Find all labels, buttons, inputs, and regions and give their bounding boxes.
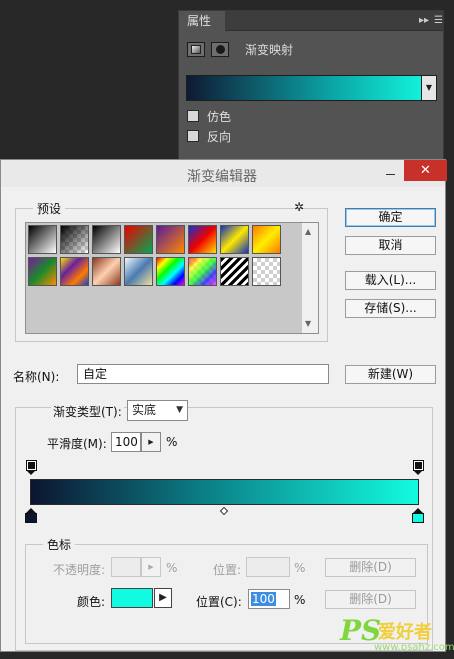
stop-color-swatch[interactable] <box>111 588 153 608</box>
gradient-bar[interactable] <box>30 479 419 505</box>
minimize-icon[interactable] <box>383 164 399 180</box>
delete-color-stop-button[interactable]: 删除(D) <box>325 590 416 609</box>
name-input[interactable]: 自定 <box>77 364 329 384</box>
preset-swatch-foreground-to-transparent[interactable] <box>60 225 89 254</box>
color-location-value: 100 <box>251 592 276 606</box>
delete-opacity-stop-button[interactable]: 删除(D) <box>325 558 416 577</box>
save-button[interactable]: 存储(S)... <box>345 299 436 318</box>
color-stop-right[interactable] <box>412 508 425 524</box>
smoothness-input[interactable]: 100 <box>111 432 141 452</box>
presets-grid: ▲ ▼ <box>25 222 319 334</box>
preset-swatch-red-green[interactable] <box>124 225 153 254</box>
dialog-title: 渐变编辑器 <box>187 169 257 185</box>
gradient-type-select[interactable]: 实底 ▼ <box>127 400 188 421</box>
gradient-type-label: 渐变类型(T): <box>51 403 124 420</box>
scroll-down-icon[interactable]: ▼ <box>305 319 311 328</box>
color-menu-arrow-icon[interactable]: ▶ <box>154 588 172 608</box>
reverse-label: 反向 <box>207 129 232 144</box>
preset-swatch-copper[interactable] <box>92 257 121 286</box>
layer-mask-icon[interactable] <box>211 41 229 57</box>
preset-swatch-chrome[interactable] <box>124 257 153 286</box>
properties-title: 渐变映射 <box>245 42 294 57</box>
opacity-percent: % <box>166 561 178 575</box>
opacity-label: 不透明度: <box>53 563 106 577</box>
color-location-input[interactable]: 100 <box>248 589 290 609</box>
dither-checkbox[interactable] <box>187 110 199 122</box>
opacity-stepper-icon[interactable]: ▶ <box>141 557 161 577</box>
watermark-text: 爱好者 <box>378 622 432 643</box>
opacity-stop-left[interactable] <box>26 460 37 475</box>
color-stop-left[interactable] <box>25 508 38 524</box>
properties-tabbar: 属性 ▸▸ ☰ <box>179 11 443 31</box>
smoothness-label: 平滑度(M): <box>47 437 107 451</box>
opacity-input[interactable] <box>111 557 141 577</box>
adjustment-layer-icon[interactable] <box>187 41 205 57</box>
preset-swatch-foreground-to-background[interactable] <box>28 225 57 254</box>
reverse-checkbox[interactable] <box>187 130 199 142</box>
watermark-logo: PS 爱好者 www.psahz.com <box>340 614 454 656</box>
presets-label: 预设 <box>33 200 66 217</box>
opacity-location-percent: % <box>294 561 306 575</box>
preset-swatch-transparent-rainbow[interactable] <box>188 257 217 286</box>
presets-scrollbar[interactable]: ▲ ▼ <box>301 223 318 333</box>
preset-swatch-transparent[interactable] <box>252 257 281 286</box>
gradient-map-preview[interactable] <box>186 75 436 101</box>
preset-swatch-spectrum[interactable] <box>156 257 185 286</box>
chevron-down-icon: ▼ <box>176 405 183 415</box>
preset-swatch-blue-yellow-blue[interactable] <box>220 225 249 254</box>
dither-label: 仿色 <box>207 109 232 124</box>
gradient-type-value: 实底 <box>132 403 157 417</box>
gradient-dropdown-arrow-icon[interactable]: ▼ <box>421 75 437 101</box>
preset-swatch-violet-orange[interactable] <box>156 225 185 254</box>
load-button[interactable]: 载入(L)... <box>345 271 436 290</box>
preset-swatch-transparent-stripes[interactable] <box>220 257 249 286</box>
preset-swatch-black-white[interactable] <box>92 225 121 254</box>
new-button[interactable]: 新建(W) <box>345 365 436 384</box>
opacity-stop-right[interactable] <box>413 460 424 475</box>
color-location-percent: % <box>294 593 306 607</box>
close-icon: ✕ <box>420 163 431 178</box>
color-label: 颜色: <box>77 595 106 609</box>
properties-tab[interactable]: 属性 <box>179 11 225 31</box>
reverse-option[interactable]: 反向 <box>187 127 231 145</box>
dialog-titlebar[interactable]: 渐变编辑器 ✕ <box>1 160 447 187</box>
scroll-up-icon[interactable]: ▲ <box>305 227 311 236</box>
preset-swatch-violet-green-orange[interactable] <box>28 257 57 286</box>
panel-menu-icon[interactable]: ☰ <box>434 14 443 28</box>
watermark-url: www.psahz.com <box>374 642 454 653</box>
properties-header-row: 渐变映射 <box>187 37 293 61</box>
close-button[interactable]: ✕ <box>404 160 447 181</box>
properties-panel: 属性 ▸▸ ☰ 渐变映射 ▼ 仿色 反向 <box>178 10 444 160</box>
preset-swatch-orange-yellow-orange[interactable] <box>252 225 281 254</box>
preset-swatch-yellow-violet-orange-blue[interactable] <box>60 257 89 286</box>
name-label: 名称(N): <box>13 370 60 384</box>
smoothness-percent: % <box>166 435 178 449</box>
opacity-location-label: 位置: <box>213 563 242 577</box>
opacity-location-input[interactable] <box>246 557 290 577</box>
presets-gear-icon[interactable]: ✲ <box>294 200 304 214</box>
color-stops-label: 色标 <box>43 536 76 553</box>
ok-button[interactable]: 确定 <box>345 208 436 227</box>
cancel-button[interactable]: 取消 <box>345 236 436 255</box>
smoothness-stepper-icon[interactable]: ▶ <box>141 432 161 452</box>
dither-option[interactable]: 仿色 <box>187 107 231 125</box>
collapse-icon[interactable]: ▸▸ <box>419 14 429 28</box>
preset-swatch-blue-red-yellow[interactable] <box>188 225 217 254</box>
color-location-label: 位置(C): <box>196 595 242 609</box>
gradient-editor-dialog: 渐变编辑器 ✕ 预设 ✲ ▲ ▼ 确定 取消 载入(L)... 存储(S)...… <box>0 159 447 652</box>
